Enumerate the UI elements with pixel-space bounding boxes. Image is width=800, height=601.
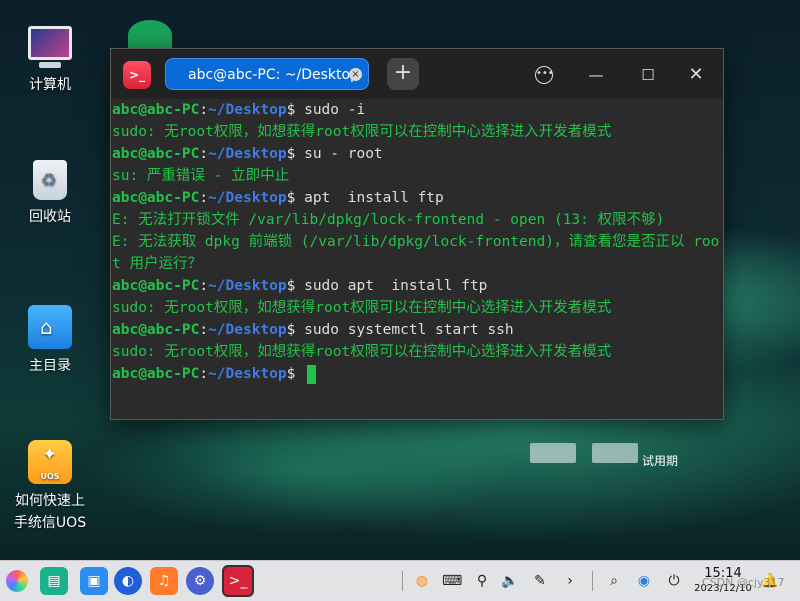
close-tab-icon[interactable]: × — [349, 68, 362, 81]
desktop-icon-label: 计算机 — [29, 77, 71, 93]
app-store-icon[interactable]: ▣ — [80, 567, 108, 595]
trial-notice: 试用期 — [530, 436, 678, 469]
command-text — [295, 366, 304, 382]
multitasking-view-icon[interactable]: ▤ — [40, 567, 68, 595]
monitor-stand — [39, 62, 61, 68]
close-button[interactable]: ✕ — [685, 64, 707, 86]
terminal-output[interactable]: abc@abc-PC:~/Desktop$ sudo -i sudo: 无root… — [111, 99, 723, 385]
prompt-path: ~/Desktop — [208, 190, 287, 206]
prompt-path: ~/Desktop — [208, 102, 287, 118]
pen-icon[interactable]: ✎ — [530, 571, 550, 591]
partial-app-icon[interactable] — [128, 20, 172, 50]
terminal-command-line: abc@abc-PC:~/Desktop$ sudo -i — [112, 99, 723, 121]
prompt-path: ~/Desktop — [208, 366, 287, 382]
prompt-separator: : — [199, 146, 209, 162]
desktop-icon-home[interactable]: ⌂ 主目录 — [5, 305, 95, 375]
terminal-icon[interactable]: >_ — [222, 565, 254, 597]
prompt-separator: : — [199, 278, 209, 294]
desktop-icon-computer[interactable]: 计算机 — [5, 22, 95, 94]
terminal-output-line: su: 严重错误 - 立即中止 — [112, 168, 290, 184]
text-cursor — [307, 364, 317, 384]
terminal-output-line: sudo: 无root权限，如想获得root权限可以在控制中心选择进入开发者模式 — [112, 344, 612, 360]
terminal-active-prompt: abc@abc-PC:~/Desktop$ — [112, 363, 723, 385]
prompt-path: ~/Desktop — [208, 322, 287, 338]
desktop-icon-label: 主目录 — [29, 358, 71, 374]
keyboard-icon[interactable]: ⌨ — [442, 571, 462, 591]
prompt-user: abc@abc-PC — [112, 366, 200, 382]
command-text: sudo apt install ftp — [295, 278, 488, 294]
terminal-output-line: E: 无法获取 dpkg 前端锁 (/var/lib/dpkg/lock-fro… — [112, 234, 720, 272]
prompt-separator: : — [199, 102, 209, 118]
blurred-block — [592, 442, 638, 463]
prompt-path: ~/Desktop — [208, 146, 287, 162]
separator — [402, 571, 403, 591]
prompt-separator: : — [199, 190, 209, 206]
terminal-output-line: sudo: 无root权限，如想获得root权限可以在控制中心选择进入开发者模式 — [112, 124, 612, 140]
command-text: apt install ftp — [295, 190, 444, 206]
prompt-separator: : — [199, 366, 209, 382]
network-icon[interactable]: ◉ — [634, 571, 654, 591]
terminal-command-line: abc@abc-PC:~/Desktop$ sudo systemctl sta… — [112, 319, 723, 341]
prompt-user: abc@abc-PC — [112, 190, 200, 206]
usb-icon[interactable]: ⚲ — [472, 571, 492, 591]
uos-guide-icon: ✦ UOS — [28, 440, 72, 484]
prompt-user: abc@abc-PC — [112, 102, 200, 118]
command-text: sudo -i — [295, 102, 366, 118]
blurred-block — [530, 442, 576, 463]
settings-icon[interactable]: ⚙ — [186, 567, 214, 595]
terminal-window[interactable]: >_ abc@abc-PC: ~/Desktop × + ••• — ☐ ✕ a… — [110, 48, 724, 420]
watermark: CSDN @cjy317 — [702, 576, 785, 589]
trial-text: 试用期 — [642, 454, 679, 468]
desktop-icon-trash[interactable]: ♻ 回收站 — [5, 160, 95, 226]
terminal-command-line: abc@abc-PC:~/Desktop$ apt install ftp — [112, 187, 723, 209]
maximize-button[interactable]: ☐ — [637, 64, 659, 86]
music-icon[interactable]: ♫ — [150, 567, 178, 595]
tab-terminal[interactable]: abc@abc-PC: ~/Desktop × — [165, 58, 369, 90]
title-bar[interactable]: >_ abc@abc-PC: ~/Desktop × + ••• — ☐ ✕ — [111, 49, 723, 99]
terminal-command-line: abc@abc-PC:~/Desktop$ sudo apt install f… — [112, 275, 723, 297]
power-icon[interactable]: ⏻ — [664, 571, 684, 591]
terminal-app-icon: >_ — [123, 61, 151, 89]
terminal-output-line: E: 无法打开锁文件 /var/lib/dpkg/lock-frontend -… — [112, 212, 665, 228]
computer-icon — [28, 26, 72, 60]
desktop-icon-label: 回收站 — [29, 209, 71, 225]
separator — [592, 571, 593, 591]
tab-title: abc@abc-PC: ~/Desktop — [188, 67, 359, 83]
command-text: su - root — [295, 146, 383, 162]
taskbar: ▤ ▣ ◐ ♫ ⚙ >_ ◍ ⌨ ⚲ 🔈 ✎ › ⌕ ◉ ⏻ 15:14 202… — [0, 560, 800, 601]
menu-icon[interactable]: ••• — [535, 66, 554, 84]
prompt-user: abc@abc-PC — [112, 146, 200, 162]
prompt-user: abc@abc-PC — [112, 322, 200, 338]
home-folder-icon: ⌂ — [28, 305, 72, 349]
command-text: sudo systemctl start ssh — [295, 322, 514, 338]
trash-icon: ♻ — [33, 160, 67, 200]
terminal-command-line: abc@abc-PC:~/Desktop$ su - root — [112, 143, 723, 165]
launcher-icon[interactable] — [6, 570, 28, 592]
terminal-output-line: sudo: 无root权限，如想获得root权限可以在控制中心选择进入开发者模式 — [112, 300, 612, 316]
prompt-path: ~/Desktop — [208, 278, 287, 294]
prompt-user: abc@abc-PC — [112, 278, 200, 294]
input-method-icon[interactable]: ◍ — [412, 571, 432, 591]
desktop-icon-uos-guide[interactable]: ✦ UOS 如何快速上 手统信UOS — [5, 440, 95, 534]
volume-icon[interactable]: 🔈 — [500, 571, 520, 591]
desktop-icon-label: 如何快速上 手统信UOS — [13, 493, 87, 531]
minimize-button[interactable]: — — [585, 64, 607, 86]
search-icon[interactable]: ⌕ — [604, 571, 624, 591]
new-tab-button[interactable]: + — [387, 58, 419, 90]
prompt-separator: : — [199, 322, 209, 338]
browser-icon[interactable]: ◐ — [114, 567, 142, 595]
expand-icon[interactable]: › — [560, 571, 580, 591]
